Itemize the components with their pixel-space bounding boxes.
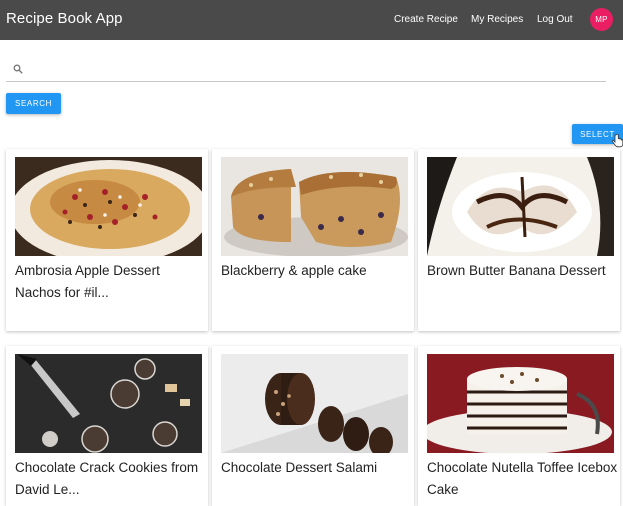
recipe-title[interactable]: Blackberry & apple cake (221, 260, 413, 282)
avatar[interactable]: MP (590, 8, 613, 31)
app-title: Recipe Book App (6, 10, 123, 27)
recipe-image-icebox-cake[interactable] (427, 354, 614, 453)
search-icon (13, 64, 23, 74)
recipe-image-banana-dessert[interactable] (427, 157, 614, 256)
nav-log-out[interactable]: Log Out (537, 14, 573, 25)
recipe-image-cake[interactable] (221, 157, 408, 256)
recipe-title[interactable]: Chocolate Nutella Toffee Icebox Cake (427, 457, 619, 501)
app-bar: Recipe Book App Create Recipe My Recipes… (0, 0, 623, 40)
recipe-card[interactable]: Blackberry & apple cake (212, 149, 414, 331)
recipe-image-nachos[interactable] (15, 157, 202, 256)
recipe-card[interactable]: Ambrosia Apple Dessert Nachos for #il... (6, 149, 208, 331)
nav-my-recipes[interactable]: My Recipes (471, 14, 523, 25)
hand-cursor-icon (612, 134, 623, 148)
recipe-card[interactable]: Chocolate Nutella Toffee Icebox Cake (418, 346, 620, 506)
recipe-title[interactable]: Chocolate Dessert Salami (221, 457, 413, 479)
search-input[interactable] (32, 60, 592, 78)
search-button[interactable]: SEARCH (6, 93, 61, 114)
recipe-card[interactable]: Brown Butter Banana Dessert (418, 149, 620, 331)
recipe-title[interactable]: Chocolate Crack Cookies from David Le... (15, 457, 207, 501)
recipe-title[interactable]: Brown Butter Banana Dessert (427, 260, 619, 282)
recipe-image-salami[interactable] (221, 354, 408, 453)
recipe-card[interactable]: Chocolate Dessert Salami (212, 346, 414, 506)
recipe-card[interactable]: Chocolate Crack Cookies from David Le... (6, 346, 208, 506)
search-field[interactable] (6, 54, 606, 82)
recipe-image-cookies[interactable] (15, 354, 202, 453)
recipe-title[interactable]: Ambrosia Apple Dessert Nachos for #il... (15, 260, 207, 304)
nav-create-recipe[interactable]: Create Recipe (394, 14, 458, 25)
